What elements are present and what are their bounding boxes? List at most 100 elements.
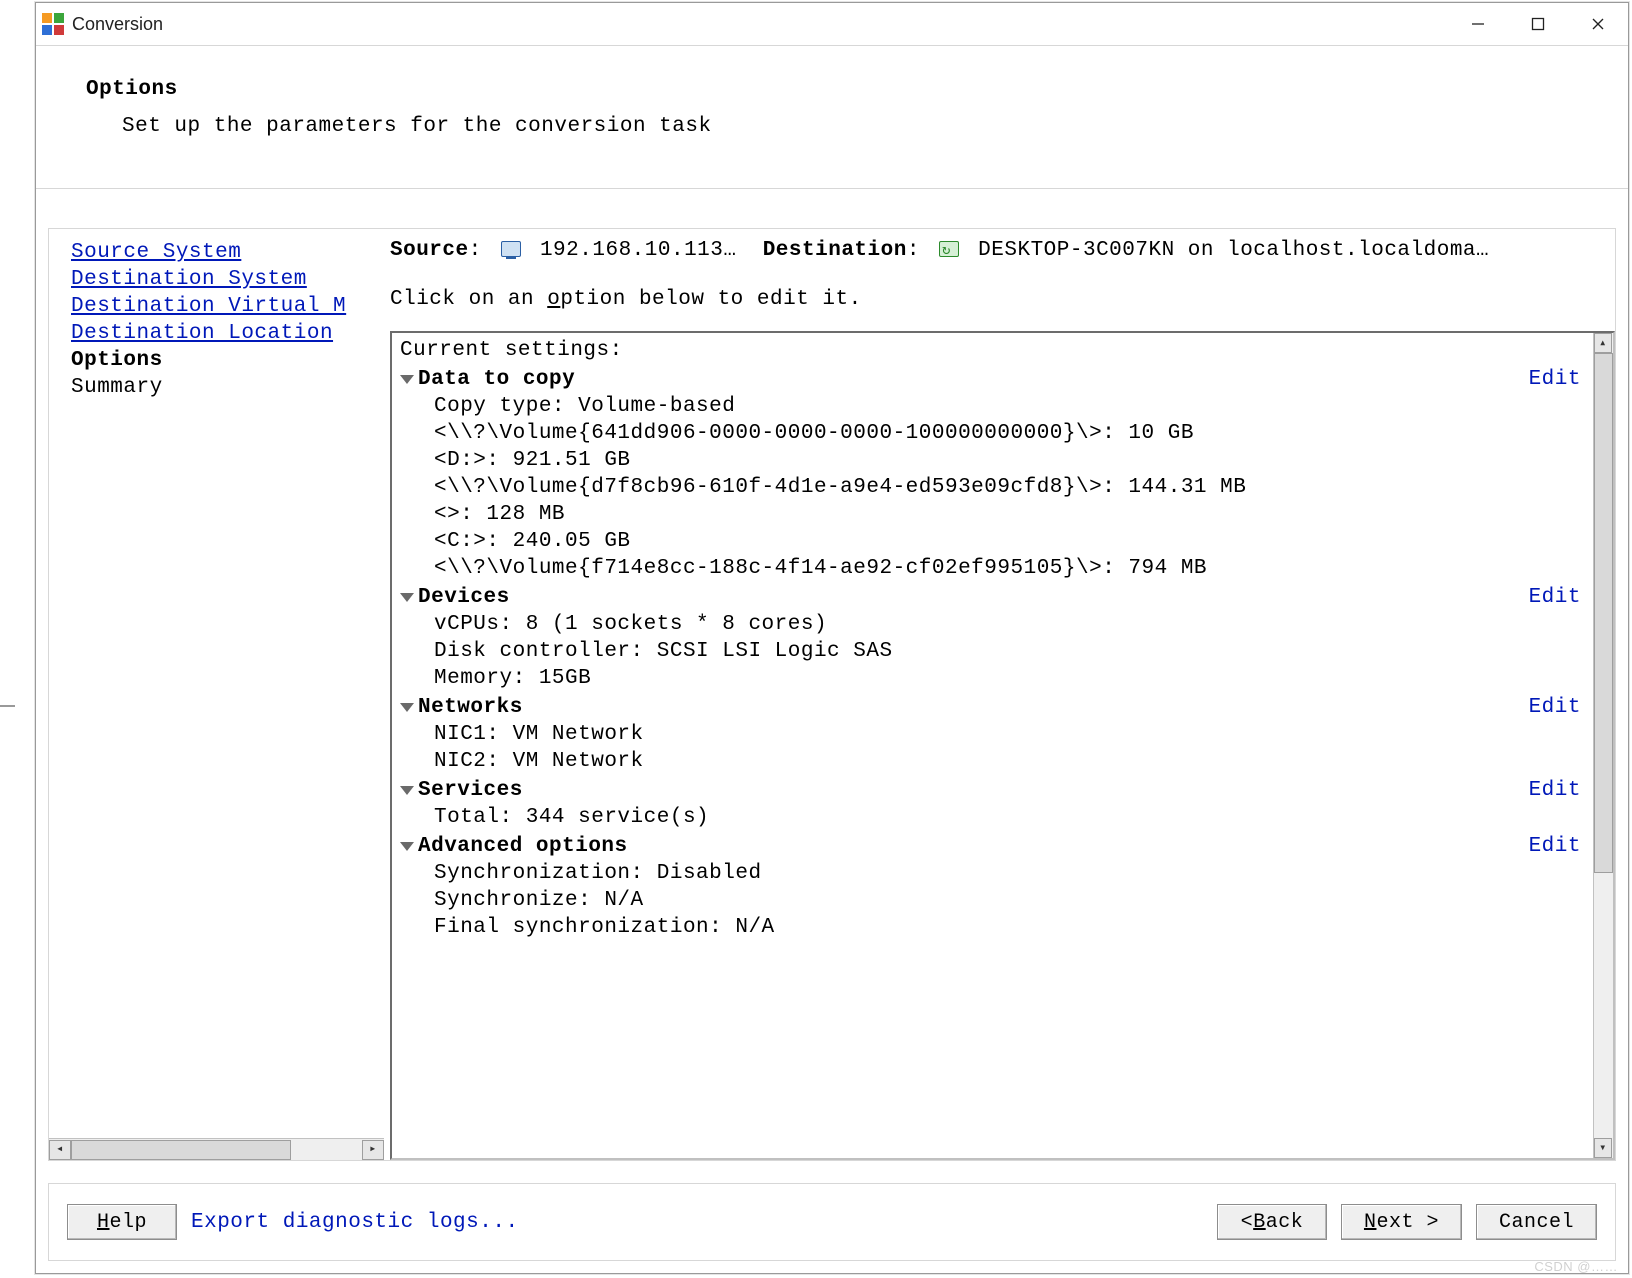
scroll-up-button[interactable]: ▴	[1594, 333, 1612, 353]
instruction-pre: Click on an	[390, 288, 547, 311]
destination-value: DESKTOP-3C007KN on localhost.localdoma…	[978, 239, 1489, 262]
nav-step-5: Summary	[71, 374, 384, 401]
nav-step-4: Options	[71, 347, 384, 374]
collapse-triangle-icon	[400, 842, 414, 851]
instruction-mnemonic: o	[547, 288, 560, 311]
settings-vertical-scrollbar[interactable]: ▴ ▾	[1593, 333, 1613, 1158]
nav-step-3[interactable]: Destination Location	[71, 320, 384, 347]
wizard-footer: Help Export diagnostic logs... < Back Ne…	[48, 1183, 1616, 1261]
setting-line: Synchronize: N/A	[434, 887, 1585, 914]
setting-line: Memory: 15GB	[434, 665, 1585, 692]
section-body-2: NIC1: VM NetworkNIC2: VM Network	[400, 721, 1585, 775]
setting-line: <C:>: 240.05 GB	[434, 528, 1585, 555]
nav-step-0[interactable]: Source System	[71, 239, 384, 266]
help-label: elp	[110, 1209, 148, 1236]
help-button[interactable]: Help	[67, 1204, 177, 1240]
setting-line: <>: 128 MB	[434, 501, 1585, 528]
edit-link[interactable]: Edit	[1529, 833, 1585, 860]
section-title: Data to copy	[418, 366, 575, 393]
minimize-button[interactable]	[1448, 3, 1508, 45]
cancel-button[interactable]: Cancel	[1476, 1204, 1597, 1240]
settings-box: Current settings: Data to copyEditCopy t…	[390, 331, 1615, 1160]
section-body-4: Synchronization: DisabledSynchronize: N/…	[400, 860, 1585, 941]
instruction-line: Click on an option below to edit it.	[390, 286, 1615, 313]
instruction-post: ption below to edit it.	[560, 288, 861, 311]
settings-content: Current settings: Data to copyEditCopy t…	[392, 333, 1593, 1158]
settings-column: Source: 192.168.10.113… Destination: DES…	[384, 229, 1615, 1160]
maximize-icon	[1531, 17, 1545, 31]
source-computer-icon	[501, 241, 521, 257]
back-post: ack	[1266, 1209, 1304, 1236]
destination-computer-icon	[939, 241, 959, 257]
setting-line: <D:>: 921.51 GB	[434, 447, 1585, 474]
wizard-nav: Source SystemDestination SystemDestinati…	[49, 229, 384, 1160]
nav-step-2[interactable]: Destination Virtual M	[71, 293, 384, 320]
app-icon	[42, 13, 64, 35]
close-icon	[1591, 17, 1605, 31]
collapse-triangle-icon	[400, 703, 414, 712]
destination-label: Destination	[763, 239, 907, 262]
section-header-0[interactable]: Data to copy Edit	[400, 366, 1585, 393]
setting-line: Total: 344 service(s)	[434, 804, 1585, 831]
edit-link[interactable]: Edit	[1529, 584, 1585, 611]
setting-line: <\\?\Volume{641dd906-0000-0000-0000-1000…	[434, 420, 1585, 447]
section-title: Services	[418, 777, 523, 804]
background-window-edge	[0, 705, 15, 707]
section-header-2[interactable]: Networks Edit	[400, 694, 1585, 721]
minimize-icon	[1471, 17, 1485, 31]
section-header-4[interactable]: Advanced options Edit	[400, 833, 1585, 860]
setting-line: Final synchronization: N/A	[434, 914, 1585, 941]
setting-line: NIC1: VM Network	[434, 721, 1585, 748]
maximize-button[interactable]	[1508, 3, 1568, 45]
scroll-track[interactable]	[1594, 873, 1613, 1138]
scroll-down-button[interactable]: ▾	[1594, 1138, 1612, 1158]
settings-sections: Data to copyEditCopy type: Volume-based<…	[400, 366, 1585, 941]
wizard-header: Options Set up the parameters for the co…	[36, 45, 1628, 189]
close-button[interactable]	[1568, 3, 1628, 45]
section-title: Devices	[418, 584, 510, 611]
next-button[interactable]: Next >	[1341, 1204, 1462, 1240]
section-header-3[interactable]: Services Edit	[400, 777, 1585, 804]
wizard-nav-items: Source SystemDestination SystemDestinati…	[71, 239, 384, 401]
source-destination-line: Source: 192.168.10.113… Destination: DES…	[390, 237, 1615, 264]
setting-line: NIC2: VM Network	[434, 748, 1585, 775]
edit-link[interactable]: Edit	[1529, 694, 1585, 721]
scroll-thumb[interactable]	[1594, 353, 1613, 873]
wizard-body: Source SystemDestination SystemDestinati…	[48, 228, 1616, 1161]
window-controls	[1448, 3, 1628, 45]
next-mnemonic: N	[1364, 1209, 1377, 1236]
section-header-1[interactable]: Devices Edit	[400, 584, 1585, 611]
back-mnemonic: B	[1253, 1209, 1266, 1236]
export-diagnostic-logs-link[interactable]: Export diagnostic logs...	[191, 1209, 519, 1236]
section-title: Networks	[418, 694, 523, 721]
setting-line: Copy type: Volume-based	[434, 393, 1585, 420]
source-value: 192.168.10.113…	[540, 239, 737, 262]
source-label: Source	[390, 239, 469, 262]
section-title: Advanced options	[418, 833, 628, 860]
watermark: CSDN @……	[1534, 1259, 1618, 1274]
section-body-0: Copy type: Volume-based<\\?\Volume{641dd…	[400, 393, 1585, 582]
collapse-triangle-icon	[400, 786, 414, 795]
setting-line: Disk controller: SCSI LSI Logic SAS	[434, 638, 1585, 665]
scroll-left-button[interactable]: ◂	[49, 1140, 71, 1160]
setting-line: <\\?\Volume{d7f8cb96-610f-4d1e-a9e4-ed59…	[434, 474, 1585, 501]
edit-link[interactable]: Edit	[1529, 366, 1585, 393]
current-settings-heading: Current settings:	[400, 337, 1585, 364]
scroll-right-button[interactable]: ▸	[362, 1140, 384, 1160]
nav-step-1[interactable]: Destination System	[71, 266, 384, 293]
collapse-triangle-icon	[400, 375, 414, 384]
section-body-1: vCPUs: 8 (1 sockets * 8 cores)Disk contr…	[400, 611, 1585, 692]
setting-line: Synchronization: Disabled	[434, 860, 1585, 887]
scroll-thumb[interactable]	[71, 1140, 291, 1160]
back-button[interactable]: < Back	[1217, 1204, 1327, 1240]
window-title: Conversion	[72, 14, 163, 35]
section-body-3: Total: 344 service(s)	[400, 804, 1585, 831]
help-mnemonic: H	[97, 1209, 110, 1236]
next-post: ext >	[1376, 1209, 1439, 1236]
setting-line: <\\?\Volume{f714e8cc-188c-4f14-ae92-cf02…	[434, 555, 1585, 582]
nav-horizontal-scrollbar[interactable]: ◂ ▸	[49, 1138, 384, 1160]
setting-line: vCPUs: 8 (1 sockets * 8 cores)	[434, 611, 1585, 638]
edit-link[interactable]: Edit	[1529, 777, 1585, 804]
back-pre: <	[1241, 1209, 1254, 1236]
collapse-triangle-icon	[400, 593, 414, 602]
